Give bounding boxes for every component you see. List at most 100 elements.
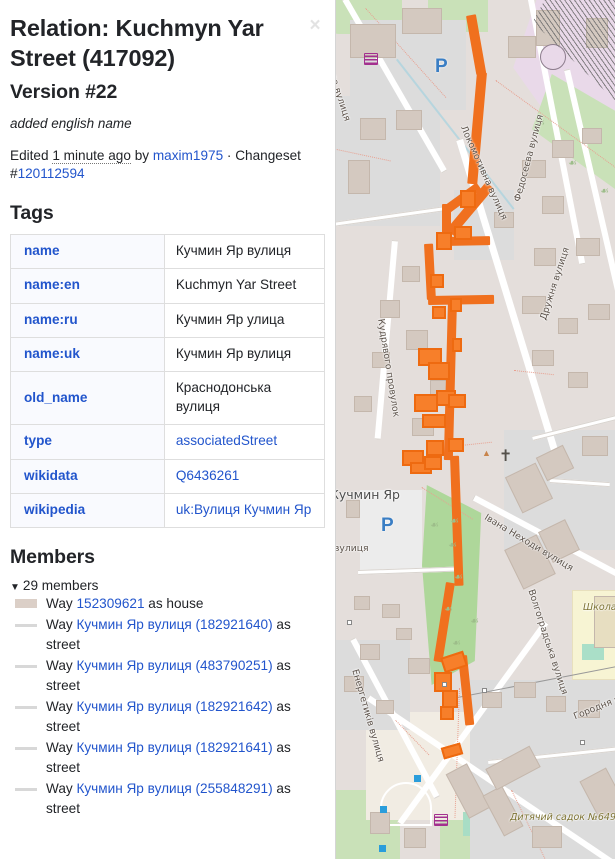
relation-member-building [428, 362, 450, 380]
building [408, 658, 430, 674]
building [360, 118, 386, 140]
school-label: Школа №50 [583, 602, 615, 613]
building [542, 196, 564, 214]
member-type-label: Way [46, 739, 77, 755]
member-type-label: Way [46, 657, 77, 673]
edited-timestamp[interactable]: 1 minute ago [52, 147, 131, 164]
tag-row: wikidata Q6436261 [10, 458, 326, 494]
member-way-link[interactable]: Кучмин Яр вулиця (483790251) [76, 658, 272, 673]
tag-key-cell[interactable]: type [10, 424, 165, 460]
building [402, 266, 420, 282]
tree-icon: ☙ [600, 186, 609, 197]
church-icon: ✝ [499, 448, 513, 465]
version-heading: Version #22 [10, 81, 118, 104]
street-way-icon [15, 664, 37, 668]
relation-member-building [460, 190, 476, 208]
edited-prefix-text: Edited [10, 147, 53, 163]
changeset-link[interactable]: 120112594 [18, 166, 85, 181]
building [588, 304, 610, 320]
relation-sidebar: × Relation: Kuchmyn Yar Street (417092) … [0, 0, 336, 859]
level-crossing-icon [580, 740, 585, 745]
close-icon[interactable]: × [305, 16, 325, 36]
relation-member-building [422, 414, 446, 428]
tag-value-link[interactable]: uk:Вулиця Кучмин Яр [176, 502, 311, 517]
members-disclosure-toggle[interactable]: ▼ 29 members [10, 578, 325, 593]
map-marker-blue[interactable] [380, 806, 387, 813]
relation-member-building [454, 226, 472, 240]
member-role-label: as house [144, 596, 204, 612]
parking-icon: P [381, 515, 394, 536]
relation-member-building [432, 306, 446, 319]
tag-key-link[interactable]: name:uk [24, 346, 80, 361]
tag-row: name:ru Кучмин Яр улица [10, 302, 326, 339]
members-list: Way 152309621 as house Way Кучмин Яр вули… [10, 594, 325, 820]
member-way-link[interactable]: Кучмин Яр вулиця (255848291) [76, 781, 272, 796]
tag-key-link[interactable]: type [24, 433, 52, 448]
member-way-link[interactable]: Кучмин Яр вулиця (182921641) [76, 740, 272, 755]
tag-key-cell[interactable]: wikipedia [10, 492, 165, 529]
building [546, 696, 566, 712]
tag-value-link[interactable]: Q6436261 [176, 468, 240, 483]
building [382, 604, 400, 618]
relation-member-building [414, 394, 438, 412]
shop-icon [434, 814, 448, 826]
tag-value-link[interactable]: associatedStreet [176, 433, 277, 448]
relation-member-building [448, 438, 464, 452]
user-link[interactable]: maxim1975 [153, 148, 223, 163]
tree-icon: ☙ [568, 158, 577, 169]
tree-icon: ☙ [448, 540, 457, 551]
list-item: Way Кучмин Яр вулиця (182921640) as stre… [10, 615, 325, 656]
edited-metadata: Edited 1 minute ago by maxim1975 · Chang… [10, 147, 325, 185]
tag-row: name:en Kuchmyn Yar Street [10, 268, 326, 304]
building [582, 128, 602, 144]
tag-value-cell[interactable]: uk:Вулиця Кучмин Яр [163, 492, 326, 529]
building [402, 8, 442, 34]
tag-key-cell[interactable]: name:uk [10, 337, 165, 373]
tag-key-link[interactable]: wikipedia [24, 502, 85, 517]
tag-key-link[interactable]: old_name [24, 390, 87, 405]
tag-key-cell[interactable]: old_name [10, 371, 165, 426]
relation-member-building [430, 274, 444, 288]
tag-key-link[interactable]: wikidata [24, 468, 78, 483]
building [380, 300, 400, 318]
building [404, 828, 426, 848]
member-type-label: Way [46, 596, 77, 612]
changeset-comment: added english name [10, 115, 132, 131]
building [482, 692, 502, 708]
member-way-link[interactable]: Кучмин Яр вулиця (182921640) [76, 617, 272, 632]
building [568, 372, 588, 388]
peak-icon: ▲ [482, 448, 491, 458]
building [508, 36, 536, 58]
tag-key-link[interactable]: name [24, 243, 60, 258]
level-crossing-icon [347, 620, 352, 625]
parking-icon: P [435, 56, 448, 77]
shop-icon [364, 53, 378, 65]
tag-value-cell[interactable]: associatedStreet [163, 424, 326, 460]
tag-value-text: Кучмин Яр вулиця [175, 346, 292, 362]
tag-value-text: Кучмин Яр вулиця [175, 243, 292, 259]
relation-member-building [450, 298, 462, 312]
tag-key-cell[interactable]: name:ru [10, 302, 165, 339]
list-item: Way Кучмин Яр вулиця (255848291) as stre… [10, 779, 325, 820]
place-label: Кучмин Яр [336, 487, 400, 502]
page-title: Relation: Kuchmyn Yar Street (417092) [10, 15, 264, 71]
house-way-icon [15, 599, 37, 609]
tag-value-cell: Кучмин Яр улица [163, 302, 326, 339]
member-way-link[interactable]: 152309621 [76, 596, 144, 611]
building [348, 160, 370, 194]
list-item: Way 152309621 as house [10, 594, 325, 615]
tag-key-cell[interactable]: name:en [10, 268, 165, 304]
map-marker-blue[interactable] [379, 845, 386, 852]
tree-icon: ☙ [452, 638, 461, 649]
tag-key-link[interactable]: name:ru [24, 312, 78, 327]
member-way-link[interactable]: Кучмин Яр вулиця (182921642) [76, 699, 272, 714]
tag-value-cell[interactable]: Q6436261 [163, 458, 326, 494]
map-marker-blue[interactable] [414, 775, 421, 782]
tree-icon: ☙ [470, 616, 479, 627]
tag-row: wikipedia uk:Вулиця Кучмин Яр [10, 492, 326, 529]
list-item: Way Кучмин Яр вулиця (182921642) as stre… [10, 697, 325, 738]
tag-key-cell[interactable]: name [10, 234, 165, 270]
tag-key-cell[interactable]: wikidata [10, 458, 165, 494]
map-canvas[interactable]: P P ✝ ▲ ☙ ☙ ☙ ☙ ☙ ☙ ☙ ☙ ☙ ☙ нова вулиця … [336, 0, 615, 859]
tag-key-link[interactable]: name:en [24, 277, 80, 292]
